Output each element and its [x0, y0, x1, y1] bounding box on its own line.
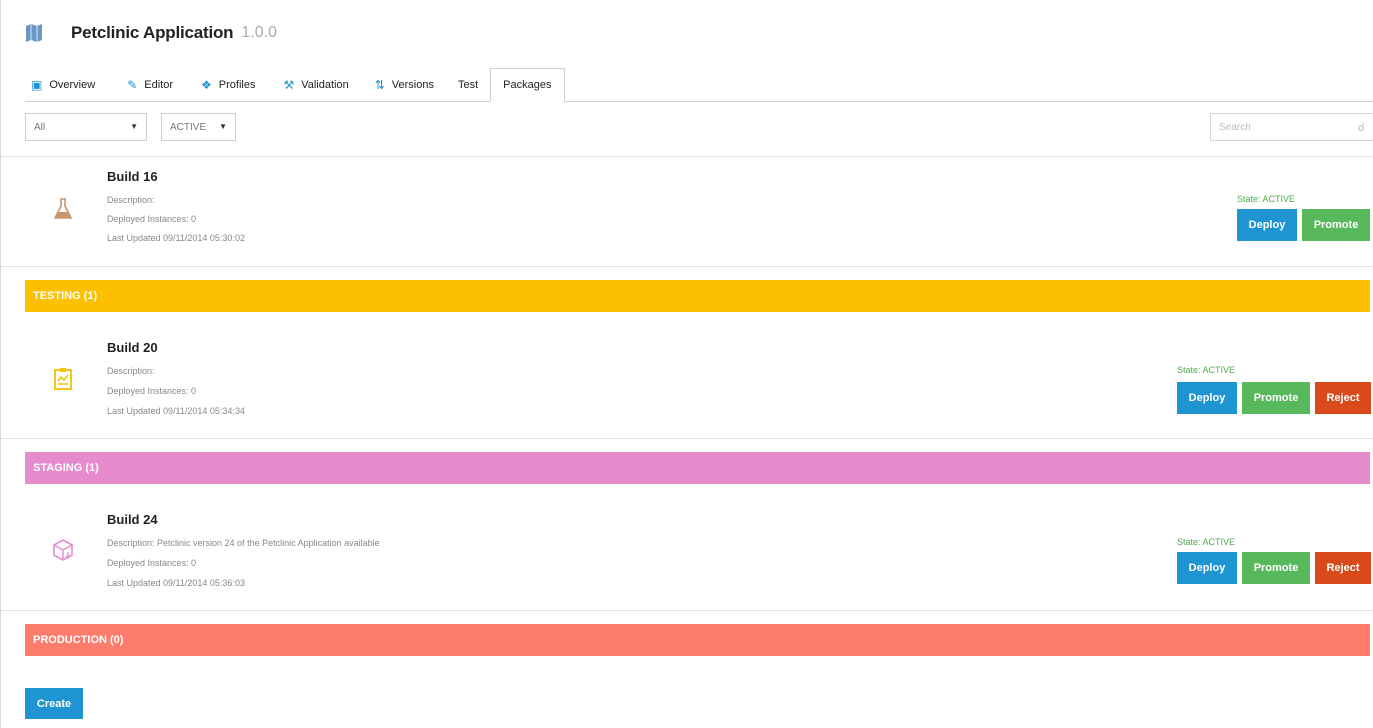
- build-state: State: ACTIVE: [1177, 537, 1236, 547]
- stage-production-label: PRODUCTION (0): [33, 634, 124, 646]
- build-description: Description:: [107, 366, 155, 376]
- build-deployed-instances: Deployed Instances: 0: [107, 214, 197, 224]
- reject-button[interactable]: Reject: [1315, 552, 1371, 584]
- package-icon: [53, 539, 73, 561]
- build-name: Build 16: [107, 169, 158, 184]
- search-placeholder: Search: [1219, 121, 1251, 133]
- profiles-icon: ❖: [201, 78, 212, 92]
- create-button[interactable]: Create: [25, 688, 83, 719]
- tab-editor[interactable]: ✎ Editor: [121, 69, 185, 101]
- tab-label: Test: [457, 79, 479, 91]
- build-description: Description: Petclinic version 24 of the…: [107, 538, 380, 548]
- build-last-updated: Last Updated 09/11/2014 05:34:34: [107, 406, 245, 416]
- stage-staging-label: STAGING (1): [33, 462, 99, 474]
- app-header: Petclinic Application 1.0.0: [25, 20, 277, 46]
- state-filter-select[interactable]: ACTIVE ▼: [161, 113, 236, 141]
- build-name: Build 24: [107, 512, 158, 527]
- build-state: State: ACTIVE: [1177, 365, 1236, 375]
- build-deployed-instances: Deployed Instances: 0: [107, 386, 197, 396]
- search-icon: ☌: [1357, 122, 1365, 134]
- state-filter-value: ACTIVE: [170, 121, 207, 133]
- tab-bar: ▣ Overview ✎ Editor ❖ Profiles ⚒ Validat…: [25, 68, 1373, 102]
- reject-button[interactable]: Reject: [1315, 382, 1371, 414]
- build-actions: Deploy Promote Reject: [1177, 382, 1371, 414]
- tab-label: Versions: [391, 79, 434, 91]
- flask-icon: [53, 198, 73, 219]
- promote-button[interactable]: Promote: [1242, 382, 1310, 414]
- pencil-icon: ✎: [127, 78, 138, 92]
- build-row: Build 20 Description: Deployed Instances…: [25, 330, 1373, 440]
- app-version: 1.0.0: [241, 24, 277, 41]
- stage-production-bar: PRODUCTION (0): [25, 624, 1370, 656]
- divider: [1, 610, 1373, 611]
- promote-button[interactable]: Promote: [1242, 552, 1310, 584]
- tab-label: Packages: [503, 79, 552, 91]
- build-description: Description:: [107, 195, 155, 205]
- deploy-button[interactable]: Deploy: [1237, 209, 1297, 241]
- type-filter-value: All: [34, 121, 46, 133]
- stage-testing-label: TESTING (1): [33, 290, 98, 302]
- packages-page: Petclinic Application 1.0.0 ▣ Overview ✎…: [0, 0, 1373, 728]
- map-icon: [26, 24, 42, 42]
- calendar-icon: ▣: [31, 78, 43, 92]
- build-actions: Deploy Promote: [1237, 209, 1370, 241]
- search-input[interactable]: Search ☌: [1210, 113, 1373, 141]
- promote-button[interactable]: Promote: [1302, 209, 1370, 241]
- tab-validation[interactable]: ⚒ Validation: [277, 69, 360, 101]
- build-deployed-instances: Deployed Instances: 0: [107, 558, 197, 568]
- build-row: Build 16 Description: Deployed Instances…: [25, 157, 1373, 267]
- stage-staging-bar: STAGING (1): [25, 452, 1370, 484]
- tab-label: Overview: [49, 79, 96, 91]
- tab-packages[interactable]: Packages: [490, 68, 566, 102]
- tab-label: Validation: [301, 79, 349, 91]
- deploy-button[interactable]: Deploy: [1177, 552, 1237, 584]
- build-actions: Deploy Promote Reject: [1177, 552, 1371, 584]
- build-state: State: ACTIVE: [1237, 194, 1296, 204]
- caret-down-icon: ▼: [130, 122, 138, 131]
- tab-test[interactable]: Test: [452, 69, 490, 101]
- deploy-button[interactable]: Deploy: [1177, 382, 1237, 414]
- tab-overview[interactable]: ▣ Overview: [25, 69, 107, 101]
- build-name: Build 20: [107, 340, 158, 355]
- caret-down-icon: ▼: [219, 122, 227, 131]
- build-last-updated: Last Updated 09/11/2014 05:30:02: [107, 233, 245, 243]
- build-last-updated: Last Updated 09/11/2014 05:36:03: [107, 578, 245, 588]
- divider: [1, 438, 1373, 439]
- divider: [1, 266, 1373, 267]
- tab-profiles[interactable]: ❖ Profiles: [195, 69, 267, 101]
- tab-label: Profiles: [218, 79, 256, 91]
- app-title: Petclinic Application: [71, 23, 234, 42]
- tab-versions[interactable]: ⇅ Versions: [369, 69, 446, 101]
- build-row: Build 24 Description: Petclinic version …: [25, 502, 1373, 612]
- type-filter-select[interactable]: All ▼: [25, 113, 147, 141]
- tab-label: Editor: [144, 79, 173, 91]
- versions-icon: ⇅: [374, 78, 385, 92]
- gavel-icon: ⚒: [283, 78, 295, 92]
- stage-testing-bar: TESTING (1): [25, 280, 1370, 312]
- clipboard-icon: [54, 368, 72, 390]
